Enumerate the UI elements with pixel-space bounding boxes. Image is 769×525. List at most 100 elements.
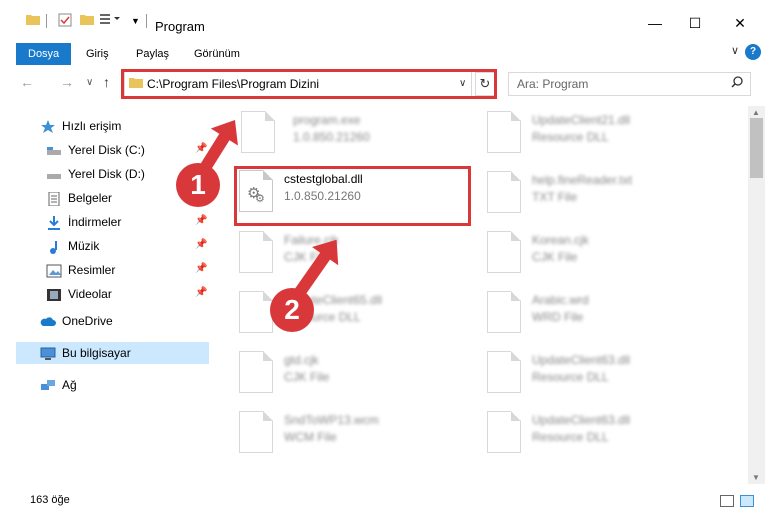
properties-icon[interactable]	[58, 13, 72, 27]
up-button[interactable]: ↑	[103, 74, 110, 90]
ribbon-tabs: Dosya Giriş Paylaş Görünüm	[0, 40, 769, 68]
drive-icon	[46, 167, 62, 181]
scrollbar-thumb[interactable]	[750, 118, 763, 178]
tab-paylas[interactable]: Paylaş	[136, 43, 169, 65]
cloud-icon	[40, 314, 56, 328]
sidebar-item-label: Ağ	[62, 378, 77, 392]
txt-file-icon	[487, 171, 521, 213]
collapse-ribbon-icon[interactable]: ∨	[731, 44, 739, 57]
recent-locations-button[interactable]: ∨	[86, 77, 93, 88]
large-icons-view-icon[interactable]	[740, 495, 754, 507]
file-desc: Resource DLL	[532, 130, 609, 144]
sidebar-item-label: Bu bilgisayar	[62, 346, 131, 360]
callout-badge-2: 2	[270, 288, 314, 332]
download-icon	[46, 215, 62, 230]
sidebar-item-videolar[interactable]: Videolar	[46, 283, 112, 305]
file-desc: Resource DLL	[532, 370, 609, 384]
search-placeholder: Ara: Program	[517, 77, 589, 91]
file-desc: Resource DLL	[532, 430, 609, 444]
details-view-icon[interactable]	[720, 495, 734, 507]
file-name: help.fineReader.txt	[532, 173, 633, 187]
file-name: Arabic.wrd	[532, 293, 589, 307]
sidebar-item-label: Yerel Disk (D:)	[68, 167, 145, 181]
search-icon[interactable]	[731, 76, 743, 91]
pin-icon: 📌	[195, 239, 208, 250]
dll-file-icon	[487, 111, 521, 153]
sidebar-item-label: OneDrive	[62, 314, 113, 328]
forward-button[interactable]: →	[60, 74, 74, 90]
tab-giris[interactable]: Giriş	[86, 43, 109, 65]
maximize-button[interactable]: ☐	[684, 12, 706, 34]
item-count: 163 öğe	[30, 494, 70, 506]
file-name: SndToWP13.wcm	[284, 413, 379, 427]
address-highlight-box	[121, 69, 497, 99]
sidebar-item-c-drive[interactable]: Yerel Disk (C:)	[46, 139, 145, 161]
network-icon	[40, 378, 56, 392]
file-desc: CJK File	[284, 370, 330, 384]
sidebar-item-label: Müzik	[68, 239, 100, 253]
file-name: program.exe	[293, 113, 361, 127]
file-name: UpdateClient63.dll	[532, 413, 631, 427]
file-highlight-box	[234, 166, 471, 226]
sidebar-item-label: Hızlı erişim	[62, 119, 122, 133]
file-desc: WCM File	[284, 430, 337, 444]
file-name: gtd.cjk	[284, 353, 319, 367]
file-name: UpdateClient21.dll	[532, 113, 631, 127]
dll-file-icon	[487, 351, 521, 393]
file-desc: WRD File	[532, 310, 584, 324]
sidebar-item-indirmeler[interactable]: İndirmeler	[46, 211, 121, 233]
file-desc: TXT File	[532, 190, 578, 204]
pictures-icon	[46, 263, 62, 278]
back-button[interactable]: ←	[20, 74, 34, 90]
divider	[146, 14, 147, 28]
callout-badge-1: 1	[176, 163, 220, 207]
new-folder-icon[interactable]	[80, 13, 94, 25]
sidebar-item-d-drive[interactable]: Yerel Disk (D:)	[46, 163, 145, 185]
pin-icon: 📌	[195, 215, 208, 226]
sidebar-item-muzik[interactable]: Müzik	[46, 235, 99, 257]
sidebar-item-label: Belgeler	[68, 191, 113, 205]
minimize-button[interactable]: —	[644, 12, 666, 34]
star-icon	[40, 119, 56, 133]
music-icon	[46, 239, 62, 254]
sidebar-item-label: İndirmeler	[68, 215, 122, 229]
videos-icon	[46, 287, 62, 301]
pin-icon: 📌	[195, 143, 208, 154]
wcm-file-icon	[239, 411, 273, 453]
file-name: UpdateClient63.dll	[532, 353, 631, 367]
sidebar-item-label: Yerel Disk (C:)	[68, 143, 145, 157]
sidebar-item-quick-access[interactable]: Hızlı erişim	[40, 115, 121, 137]
tab-dosya[interactable]: Dosya	[16, 43, 72, 65]
help-icon[interactable]: ?	[745, 44, 761, 60]
sidebar-item-onedrive[interactable]: OneDrive	[40, 310, 113, 332]
divider	[46, 14, 47, 28]
drive-icon	[46, 143, 62, 157]
scroll-up-icon[interactable]: ▲	[752, 108, 760, 117]
sidebar-item-label: Resimler	[68, 263, 116, 277]
window-title: Program	[155, 19, 205, 34]
sidebar-item-label: Videolar	[68, 287, 112, 301]
tab-gorunum[interactable]: Görünüm	[194, 43, 240, 65]
sidebar-item-resimler[interactable]: Resimler	[46, 259, 115, 281]
cjk-file-icon	[487, 231, 521, 273]
title-bar: ▼ Program — ☐ ✕	[0, 0, 769, 40]
file-desc: CJK File	[532, 250, 578, 264]
documents-icon	[46, 191, 62, 207]
scroll-down-icon[interactable]: ▼	[752, 473, 760, 482]
file-name: Korean.cjk	[532, 233, 589, 247]
file-desc: 1.0.850.21260	[293, 130, 370, 144]
folder-icon	[26, 13, 40, 25]
cjk-file-icon	[239, 231, 273, 273]
customize-toolbar-icon[interactable]	[100, 13, 124, 25]
cjk-file-icon	[239, 351, 273, 393]
sidebar-item-belgeler[interactable]: Belgeler	[46, 187, 112, 209]
file-explorer-window: ▼ Program — ☐ ✕ Dosya Giriş Paylaş Görün…	[0, 0, 769, 525]
computer-icon	[40, 346, 56, 360]
navigation-pane: Hızlı erişim Yerel Disk (C:) 📌 Yerel Dis…	[0, 105, 210, 485]
sidebar-item-network[interactable]: Ağ	[40, 374, 77, 396]
pin-icon: 📌	[195, 263, 208, 274]
sidebar-item-this-pc[interactable]: Bu bilgisayar	[16, 342, 209, 364]
close-button[interactable]: ✕	[729, 12, 751, 34]
chevron-down-icon[interactable]: ▼	[131, 16, 140, 26]
dll-file-icon	[239, 291, 273, 333]
